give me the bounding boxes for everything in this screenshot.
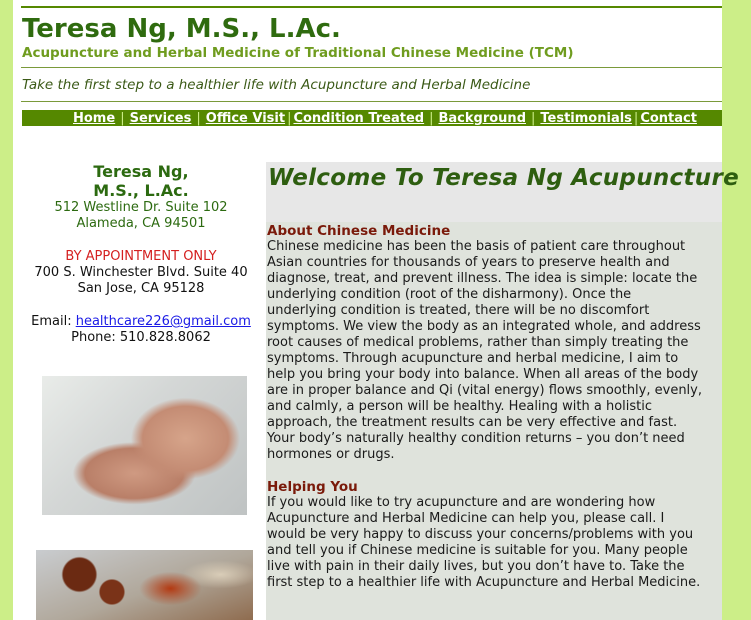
nav-separator: |: [287, 110, 292, 126]
helping-line: would be very happy to discuss your conc…: [267, 527, 694, 542]
site-subtitle: Acupuncture and Herbal Medicine of Tradi…: [22, 45, 574, 61]
tagline: Take the first step to a healthier life …: [22, 77, 531, 93]
nav-services-link[interactable]: Services: [130, 111, 192, 126]
nav-contact-link[interactable]: Contact: [640, 111, 697, 126]
about-line: underlying condition is treated, there w…: [267, 303, 650, 318]
helping-heading: Helping You: [267, 479, 358, 495]
nav-bar: Home | Services | Office Visit | Conditi…: [22, 110, 722, 126]
nav-office-visit-link[interactable]: Office Visit: [206, 111, 285, 126]
welcome-heading: Welcome To Teresa Ng Acupuncture: [268, 165, 739, 191]
helping-line: and tell you if Chinese medicine is suit…: [267, 543, 688, 558]
top-divider: [21, 6, 722, 8]
about-line: Asian countries for thousands of years t…: [267, 255, 670, 270]
san-jose-address-line1: 700 S. Winchester Blvd. Suite 40: [34, 265, 248, 280]
herbal-medicine-photo: [36, 550, 253, 620]
email-label: Email:: [31, 314, 72, 329]
about-line: underlying condition (root of the dishar…: [267, 287, 632, 302]
nav-separator: |: [120, 110, 125, 126]
about-line: Your body’s naturally healthy condition …: [267, 431, 685, 446]
email-line: Email: healthcare226@gmail.com: [22, 314, 260, 330]
helping-line: live with pain in their daily lives, but…: [267, 559, 685, 574]
about-paragraph: Chinese medicine has been the basis of p…: [267, 239, 719, 463]
san-jose-address-line2: San Jose, CA 95128: [77, 281, 205, 296]
about-line: Chinese medicine has been the basis of p…: [267, 239, 686, 254]
nav-testimonials-link[interactable]: Testimonials: [540, 111, 632, 126]
about-line: help you bring your body into balance. W…: [267, 367, 699, 382]
nav-separator: |: [531, 110, 536, 126]
nav-separator: |: [429, 110, 434, 126]
about-line: root causes of medical problems, rather …: [267, 335, 689, 350]
main-content: Welcome To Teresa Ng Acupuncture About C…: [266, 162, 739, 620]
alameda-address-line2: Alameda, CA 94501: [76, 216, 206, 231]
practitioner-name-line1: Teresa Ng,: [93, 162, 189, 181]
helping-line: first step to a healthier life with Acup…: [267, 575, 701, 590]
site-title: Teresa Ng, M.S., L.Ac.: [22, 14, 341, 44]
about-line: symptoms. Through acupuncture and herbal…: [267, 351, 679, 366]
subtitle-divider: [21, 67, 722, 68]
about-line: hormones or drugs.: [267, 447, 395, 462]
welcome-banner: Welcome To Teresa Ng Acupuncture: [266, 162, 739, 222]
phone-number: Phone: 510.828.8062: [71, 330, 211, 345]
helping-line: Acupuncture and Herbal Medicine can help…: [267, 511, 665, 526]
nav-separator: |: [196, 110, 201, 126]
acupuncture-hand-photo: [42, 376, 247, 515]
nav-condition-treated-link[interactable]: Condition Treated: [293, 111, 424, 126]
nav-background-link[interactable]: Background: [439, 111, 527, 126]
helping-line: If you would like to try acupuncture and…: [267, 495, 656, 510]
helping-paragraph: If you would like to try acupuncture and…: [267, 495, 719, 591]
about-line: and calmly, a person will be healthy. He…: [267, 399, 653, 414]
about-line: symptoms. We view the body as an integra…: [267, 319, 701, 334]
nav-separator: |: [633, 110, 639, 126]
about-line: approach, the treatment results can be v…: [267, 415, 678, 430]
about-line: are in proper balance and Qi (vital ener…: [267, 383, 702, 398]
about-heading: About Chinese Medicine: [267, 223, 451, 239]
email-link[interactable]: healthcare226@gmail.com: [76, 314, 251, 329]
nav-home-link[interactable]: Home: [73, 111, 115, 126]
alameda-address-line1: 512 Westline Dr. Suite 102: [54, 200, 228, 215]
practitioner-name-line2: M.S., L.Ac.: [93, 181, 189, 200]
appointment-notice: BY APPOINTMENT ONLY: [65, 249, 217, 264]
sidebar: Teresa Ng, M.S., L.Ac. 512 Westline Dr. …: [22, 162, 260, 346]
page: Teresa Ng, M.S., L.Ac. Acupuncture and H…: [13, 0, 739, 620]
tagline-divider: [21, 101, 722, 102]
about-line: diagnose, treat, and prevent illness. Th…: [267, 271, 698, 286]
